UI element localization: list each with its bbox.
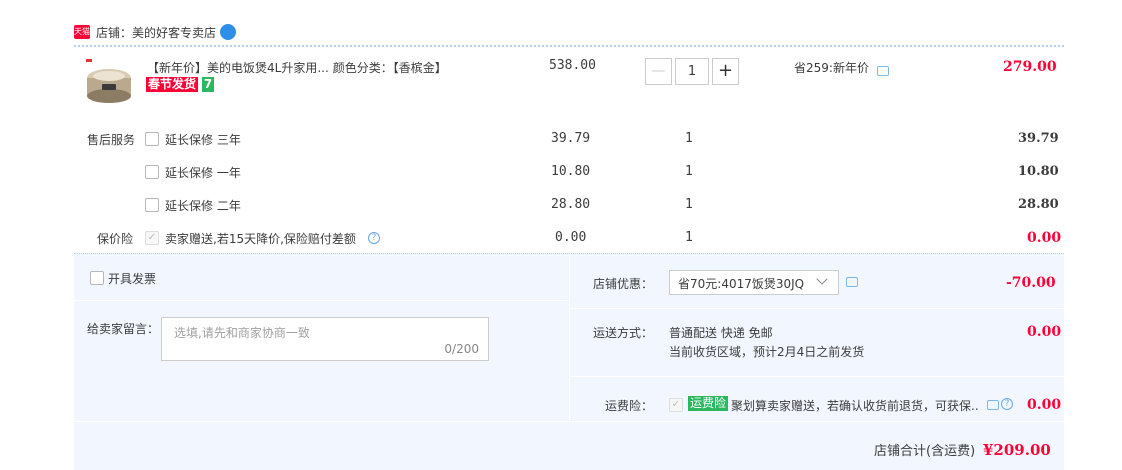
shipping-amount: 0.00	[1027, 324, 1062, 340]
shop-coupon-amount: -70.00	[1006, 275, 1056, 291]
freight-ins-text: 聚划算卖家赠送，若确认收货前退货，可获保..	[731, 399, 979, 413]
right-panel-divider-1	[570, 308, 1064, 309]
left-panel-divider	[74, 300, 569, 301]
item-total: 279.00	[1003, 59, 1057, 75]
service-qty-3yr: 1	[685, 131, 693, 146]
service-checkbox-3yr[interactable]	[145, 132, 159, 146]
shop-divider	[74, 45, 1064, 47]
service-checkbox-1yr[interactable]	[145, 165, 159, 179]
service-checkbox-2yr[interactable]	[145, 198, 159, 212]
insurance-name: 卖家赠送,若15天降价,保险赔付差额	[165, 232, 356, 246]
rice-cooker-image	[84, 58, 134, 104]
shop-coupon-select[interactable]: 省70元:4017饭煲30JQ	[669, 270, 839, 295]
item-badges: 春节发货 7	[146, 77, 263, 93]
insurance-checkbox: ✓	[145, 231, 159, 245]
invoice-checkbox[interactable]	[90, 271, 104, 285]
item-unit-price: 538.00	[549, 58, 596, 73]
service-price-2yr: 28.80	[551, 197, 591, 212]
summary-divider	[74, 421, 1064, 422]
message-textarea[interactable]: 选填,请先和商家协商一致 0/200	[161, 317, 489, 361]
shipping-label: 运送方式：	[593, 326, 654, 340]
invoice-label[interactable]: 开具发票	[108, 270, 156, 287]
item-title[interactable]: 【新年价】美的电饭煲4L升家用... 颜色分类：【香槟金】	[147, 59, 447, 76]
question-icon[interactable]: ?	[368, 232, 380, 244]
after-sale-label: 售后服务	[87, 133, 136, 147]
freight-ins-badge: 运费险	[688, 396, 729, 411]
freight-ins-label: 运费险：	[605, 399, 654, 413]
shop-total-summary: 店铺合计(含运费) ¥209.00	[874, 440, 1051, 459]
festival-badge: 春节发货	[146, 77, 199, 92]
service-qty-2yr: 1	[685, 197, 693, 212]
shop-badge-icon[interactable]	[220, 24, 236, 40]
insurance-label: 保价险	[97, 232, 134, 246]
message-placeholder: 选填,请先和商家协商一致	[174, 326, 310, 340]
service-total-3yr: 39.79	[1018, 131, 1059, 146]
qty-plus-button[interactable]: +	[712, 58, 739, 85]
panel-vertical-divider	[569, 254, 570, 420]
message-icon[interactable]	[877, 66, 889, 76]
qty-minus-button[interactable]: —	[645, 58, 672, 85]
message-counter: 0/200	[444, 342, 479, 356]
freight-message-icon[interactable]	[987, 400, 999, 410]
qty-input[interactable]: 1	[675, 58, 709, 85]
service-qty-1yr: 1	[685, 164, 693, 179]
service-total-1yr: 10.80	[1018, 164, 1059, 179]
shop-coupon-label: 店铺优惠：	[593, 277, 654, 291]
insurance-total: 0.00	[1027, 230, 1062, 246]
shipping-note: 当前收货区域，预计2月4日之前发货	[669, 345, 865, 359]
service-name-1yr[interactable]: 延长保修 一年	[165, 164, 241, 181]
shop-coupon-selected: 省70元:4017饭煲30JQ	[678, 277, 805, 291]
item-title-text[interactable]: 【新年价】美的电饭煲4L升家用...	[147, 61, 329, 75]
item-discount-text: 省259:新年价	[794, 59, 869, 76]
insurance-qty: 1	[685, 230, 693, 245]
freight-ins-checkbox: ✓	[669, 398, 683, 412]
service-name-3yr[interactable]: 延长保修 三年	[165, 131, 241, 148]
freight-ins-amount: 0.00	[1027, 397, 1062, 413]
item-sku-label: 颜色分类：【香槟金】	[332, 61, 447, 75]
message-label: 给卖家留言：	[87, 322, 160, 336]
shop-total-amount: ¥209.00	[982, 441, 1051, 459]
insurance-price: 0.00	[555, 230, 587, 245]
right-panel-divider-2	[570, 376, 1064, 377]
shop-total-label: 店铺合计(含运费)	[874, 444, 976, 459]
freight-question-icon[interactable]: ?	[1001, 398, 1013, 410]
tmall-logo-icon: 天猫	[74, 25, 90, 39]
service-price-1yr: 10.80	[551, 164, 591, 179]
item-thumbnail[interactable]	[82, 56, 136, 106]
seven-day-return-badge: 7	[201, 77, 215, 92]
service-name-2yr[interactable]: 延长保修 二年	[165, 197, 241, 214]
discount-label: 省259:新年价	[794, 61, 869, 75]
service-total-2yr: 28.80	[1018, 197, 1059, 212]
shop-name[interactable]: 店铺：美的好客专卖店	[96, 24, 216, 41]
chevron-down-icon	[816, 273, 828, 285]
coupon-message-icon[interactable]	[846, 277, 858, 287]
shipping-method: 普通配送 快递 免邮	[669, 326, 773, 340]
service-price-3yr: 39.79	[551, 131, 591, 146]
